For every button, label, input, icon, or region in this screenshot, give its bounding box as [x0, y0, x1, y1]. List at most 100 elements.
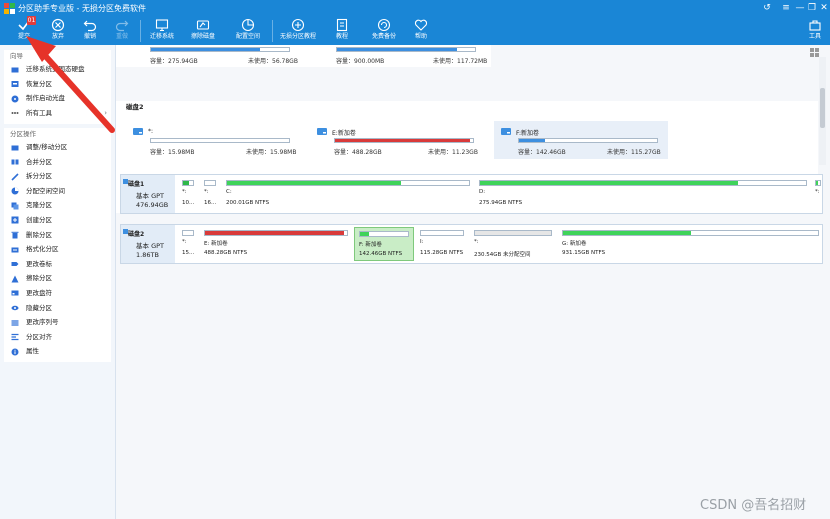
tutorial-label: 教程: [335, 33, 348, 40]
wipe-disk-label: 擦除磁盘: [190, 33, 215, 40]
scrollbar-thumb[interactable]: [820, 88, 825, 128]
disk-info-disk1[interactable]: 磁盘1 基本 GPT 476.94GB: [121, 175, 175, 213]
sidebar-item-align[interactable]: 分区对齐: [4, 330, 111, 345]
info-icon: [11, 348, 19, 356]
sidebar-item-label: 调整/移动分区: [26, 143, 68, 151]
sidebar-item-resize-move[interactable]: 调整/移动分区: [4, 140, 111, 155]
menu-icon[interactable]: ≡: [779, 2, 793, 15]
disk-map-unallocated[interactable]: *: 230.54GB 未分配空间: [470, 227, 556, 261]
sidebar-item-change-letter[interactable]: 更改盘符: [4, 286, 111, 301]
lossless-tutorial-button[interactable]: 无损分区教程: [278, 17, 318, 45]
disk-map-partition[interactable]: *:: [813, 177, 823, 211]
sidebar-item-format[interactable]: 格式化分区: [4, 242, 111, 257]
usage-bar-fill: [519, 139, 546, 142]
capacity-text: 容量：488.28GB: [334, 149, 382, 156]
partition-bar-fill: [480, 181, 738, 185]
partition-card-recovery[interactable]: 容量：900.00MB 未使用：117.72MB: [306, 45, 491, 67]
tools-button[interactable]: 工具: [803, 17, 827, 45]
redo-button[interactable]: 重做: [110, 17, 134, 45]
partition-size: 200.01GB NTFS: [226, 200, 270, 206]
sidebar-item-label: 拆分分区: [26, 172, 52, 181]
disk-map-partition[interactable]: *: 15...: [178, 227, 198, 261]
sidebar-item-recover-partition[interactable]: 恢复分区: [4, 77, 111, 92]
toolbox-icon: [809, 20, 821, 31]
sidebar-item-all-tools[interactable]: 所有工具 ›: [4, 106, 111, 121]
sidebar-item-properties[interactable]: 属性: [4, 344, 111, 359]
serial-icon: [11, 320, 19, 326]
refresh-icon[interactable]: ↺: [760, 2, 774, 15]
disk-map-partition-f[interactable]: F: 新加卷 142.46GB NTFS: [354, 227, 414, 261]
tutorial-button[interactable]: 教程: [330, 17, 354, 45]
toolbar: 01 提交 放弃 撤销 重做 迁移系统 擦除磁盘 配置空间 无损分区教程 教程 …: [0, 16, 830, 45]
watermark: CSDN @吾名招财: [700, 498, 807, 513]
sidebar-item-allocate-free[interactable]: 分配空闲空间: [4, 184, 111, 199]
sidebar-item-merge[interactable]: 合并分区: [4, 155, 111, 170]
undo-icon: [83, 20, 97, 32]
disk-map-partition-c[interactable]: C: 200.01GB NTFS: [222, 177, 474, 211]
partition-letter: *:: [182, 239, 187, 245]
sidebar-item-wipe[interactable]: 擦除分区: [4, 271, 111, 286]
hide-icon: [11, 305, 19, 311]
free-space-text: 未使用：15.98MB: [246, 149, 297, 156]
drive-letter-icon: [11, 290, 19, 296]
disk-map-partition-d[interactable]: D: 275.94GB NTFS: [475, 177, 811, 211]
sidebar-item-change-label[interactable]: 更改卷标: [4, 257, 111, 272]
migrate-os-button[interactable]: 迁移系统: [146, 17, 178, 45]
partition-card-f[interactable]: F:新加卷 容量：142.46GB 未使用：115.27GB: [494, 121, 668, 159]
free-space-text: 未使用：117.72MB: [433, 58, 488, 65]
discard-label: 放弃: [51, 33, 64, 40]
partition-size: 142.46GB NTFS: [359, 251, 403, 257]
toolbar-divider: [272, 20, 273, 42]
disk-map-partition-g[interactable]: G: 新加卷 931.15GB NTFS: [558, 227, 823, 261]
allocate-space-button[interactable]: 配置空间: [232, 17, 264, 45]
sidebar-item-label: 删除分区: [26, 230, 52, 239]
split-icon: [11, 173, 19, 181]
partition-size: 275.94GB NTFS: [479, 200, 523, 206]
partition-letter: I:: [420, 239, 424, 245]
redo-icon: [115, 20, 129, 32]
create-icon: [11, 216, 19, 224]
partition-bar: [815, 180, 821, 186]
partition-bar: [479, 180, 807, 186]
disk-map-row-disk1[interactable]: 磁盘1 基本 GPT 476.94GB *: 10... *: 16... C: 20…: [120, 174, 823, 214]
book-icon: [336, 18, 348, 32]
disk-map-partition[interactable]: *: 10...: [178, 177, 198, 211]
clone-icon: [11, 202, 19, 210]
window-title: 分区助手专业版 - 无损分区免费软件: [18, 4, 146, 13]
discard-button[interactable]: 放弃: [46, 17, 70, 45]
drive-icon: [133, 128, 143, 135]
capacity-text: 容量：275.94GB: [150, 58, 198, 65]
sidebar-item-split[interactable]: 拆分分区: [4, 169, 111, 184]
help-button[interactable]: 帮助: [409, 17, 433, 45]
partition-size: 10...: [182, 200, 195, 206]
partition-letter: *:: [474, 239, 479, 245]
partition-letter: D:: [479, 189, 486, 195]
sidebar-item-change-serial[interactable]: 更改序列号: [4, 315, 111, 330]
partition-bar-fill: [183, 181, 189, 185]
disk-map-partition[interactable]: *: 16...: [200, 177, 220, 211]
free-backup-button[interactable]: 免费备份: [368, 17, 400, 45]
close-button[interactable]: ✕: [817, 2, 830, 15]
partition-letter: *:: [204, 189, 209, 195]
disk-info-disk2[interactable]: 磁盘2 基本 GPT 1.86TB: [121, 225, 175, 263]
grid-view-icon[interactable]: [810, 48, 819, 57]
sidebar-item-label: 擦除分区: [26, 274, 52, 283]
commit-button[interactable]: 01 提交: [12, 16, 36, 45]
capacity-text: 容量：15.98MB: [150, 149, 195, 156]
sidebar-item-clone[interactable]: 克隆分区: [4, 198, 111, 213]
sidebar-item-hide[interactable]: 隐藏分区: [4, 301, 111, 316]
partition-ops-section: 分区操作 调整/移动分区 合并分区 拆分分区 分配空闲空间 克隆分区 创建分区 …: [4, 128, 111, 362]
sidebar-item-delete[interactable]: 删除分区: [4, 228, 111, 243]
wipe-disk-button[interactable]: 擦除磁盘: [187, 17, 219, 45]
disk-map-row-disk2[interactable]: 磁盘2 基本 GPT 1.86TB *: 15... E: 新加卷 488.28GB…: [120, 224, 823, 264]
disk-map-partition-i[interactable]: I: 115.28GB NTFS: [416, 227, 468, 261]
partition-card-e[interactable]: E:新加卷 容量：488.28GB 未使用：11.23GB: [310, 121, 484, 159]
sidebar-item-migrate-ssd[interactable]: 迁移系统到固态硬盘: [4, 62, 111, 77]
partition-bar: [359, 231, 409, 237]
sidebar-item-make-bootable[interactable]: 制作启动光盘: [4, 91, 111, 106]
wizard-section-title: 向导: [10, 52, 23, 60]
sidebar-item-create[interactable]: 创建分区: [4, 213, 111, 228]
partition-card-unlabeled[interactable]: *: 容量：15.98MB 未使用：15.98MB: [126, 121, 300, 159]
disk-map-partition-e[interactable]: E: 新加卷 488.28GB NTFS: [200, 227, 352, 261]
undo-button[interactable]: 撤销: [78, 17, 102, 45]
